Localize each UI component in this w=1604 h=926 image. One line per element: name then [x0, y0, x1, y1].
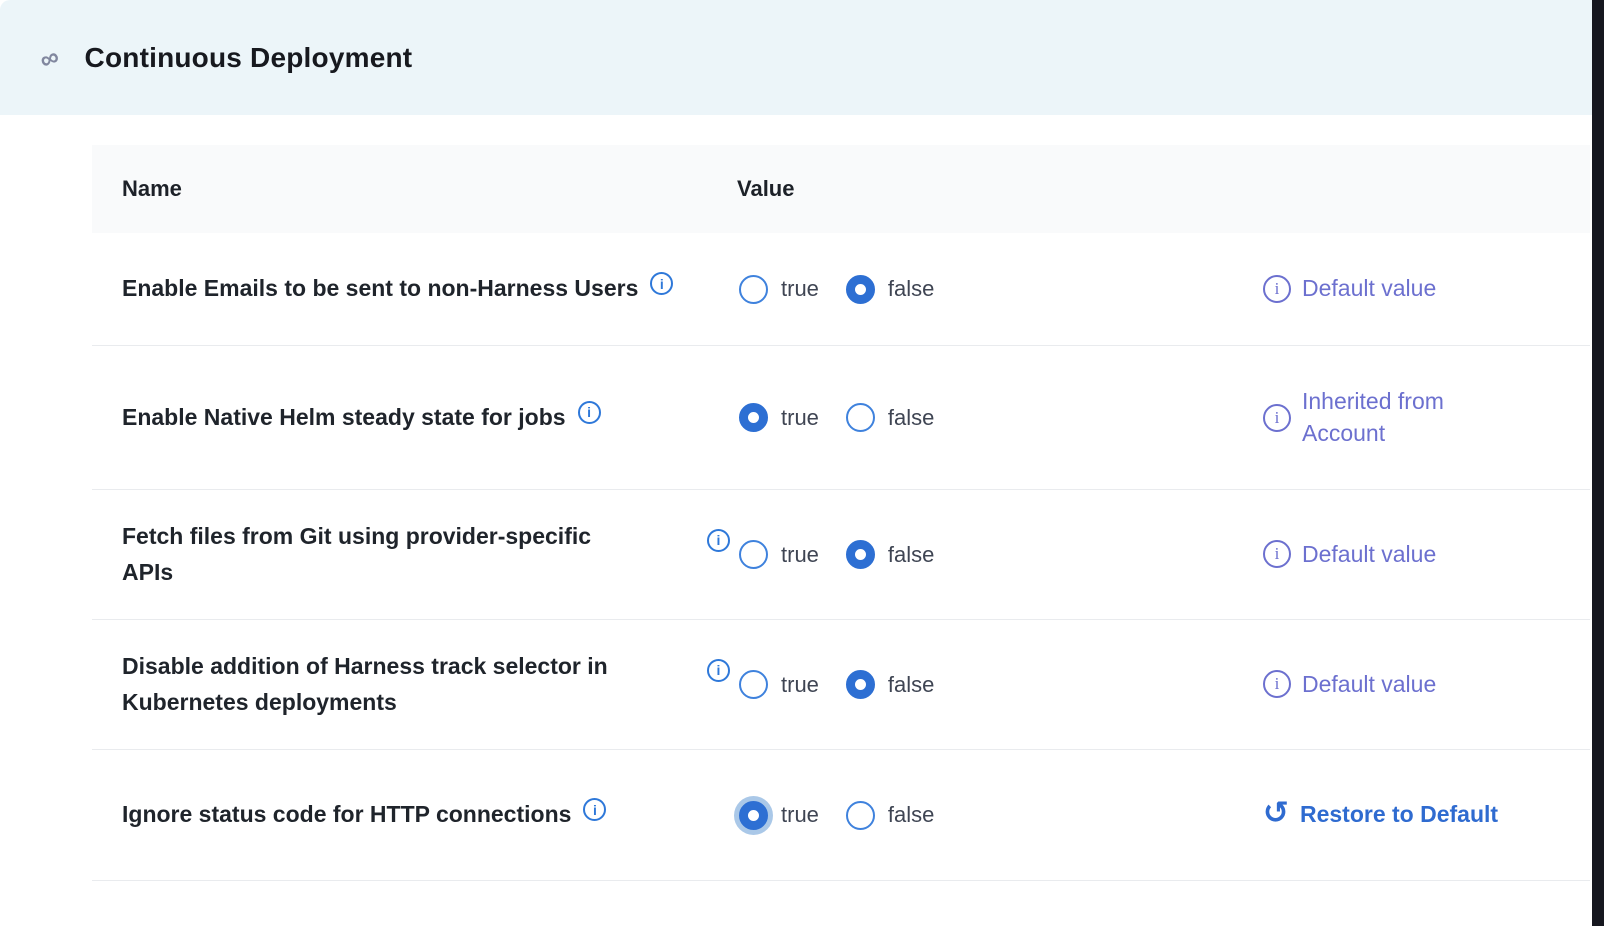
status-label: Default value: [1302, 669, 1436, 700]
page-title: Continuous Deployment: [85, 42, 413, 74]
radio-false-icon[interactable]: [846, 540, 875, 569]
radio-option-false[interactable]: false: [846, 670, 934, 699]
setting-value-cell: i true false: [737, 275, 1257, 304]
setting-name: Enable Native Helm steady state for jobs: [122, 400, 566, 436]
setting-status-cell: i ↺ Default value: [1257, 273, 1590, 304]
restore-undo-icon[interactable]: ↺: [1263, 797, 1289, 828]
radio-false-label: false: [888, 276, 934, 302]
settings-table: Name Value Enable Emails to be sent to n…: [92, 145, 1590, 881]
radio-false-icon[interactable]: [846, 801, 875, 830]
status-label: Default value: [1302, 273, 1436, 304]
column-header-value: Value: [737, 176, 1257, 202]
radio-option-false[interactable]: false: [846, 403, 934, 432]
column-header-name: Name: [92, 176, 737, 202]
setting-name-cell: Disable addition of Harness track select…: [92, 649, 737, 720]
radio-false-icon[interactable]: [846, 403, 875, 432]
setting-name: Disable addition of Harness track select…: [122, 649, 608, 720]
table-body: Enable Emails to be sent to non-Harness …: [92, 233, 1590, 881]
info-icon[interactable]: i: [650, 272, 673, 295]
restore-to-default-link[interactable]: Restore to Default: [1300, 799, 1498, 830]
radio-false-label: false: [888, 672, 934, 698]
radio-true-label: true: [781, 802, 819, 828]
radio-false-label: false: [888, 542, 934, 568]
setting-value-cell: i true false: [737, 540, 1257, 569]
radio-true-icon[interactable]: [739, 403, 768, 432]
link-icon[interactable]: ∞: [36, 42, 63, 73]
radio-option-true[interactable]: true: [739, 670, 819, 699]
table-row: Ignore status code for HTTP connections …: [92, 750, 1590, 881]
setting-status-cell: i ↺ Default value: [1257, 669, 1590, 700]
setting-name-cell: Enable Native Helm steady state for jobs…: [92, 400, 737, 436]
radio-true-label: true: [781, 542, 819, 568]
setting-value-cell: i true false: [737, 403, 1257, 432]
info-icon[interactable]: i: [583, 798, 606, 821]
section-header: ∞ Continuous Deployment: [0, 0, 1604, 115]
status-info-icon[interactable]: i: [1263, 670, 1291, 698]
info-icon[interactable]: i: [707, 529, 730, 552]
setting-value-cell: i true false: [737, 801, 1257, 830]
radio-option-false[interactable]: false: [846, 540, 934, 569]
radio-option-false[interactable]: false: [846, 275, 934, 304]
radio-option-true[interactable]: true: [739, 540, 819, 569]
setting-status-cell: i ↺ Default value: [1257, 539, 1590, 570]
setting-name: Enable Emails to be sent to non-Harness …: [122, 271, 638, 307]
setting-name: Ignore status code for HTTP connections: [122, 797, 571, 833]
status-info-icon[interactable]: i: [1263, 404, 1291, 432]
info-icon[interactable]: i: [578, 401, 601, 424]
radio-option-false[interactable]: false: [846, 801, 934, 830]
radio-true-icon[interactable]: [739, 801, 768, 830]
status-label: Default value: [1302, 539, 1436, 570]
radio-true-icon[interactable]: [739, 275, 768, 304]
settings-page: ∞ Continuous Deployment Name Value Enabl…: [0, 0, 1604, 881]
table-row: Enable Native Helm steady state for jobs…: [92, 346, 1590, 490]
radio-true-icon[interactable]: [739, 540, 768, 569]
setting-name-cell: Enable Emails to be sent to non-Harness …: [92, 271, 737, 307]
setting-status-cell: i ↺ Restore to Default: [1257, 799, 1590, 830]
table-row: Fetch files from Git using provider-spec…: [92, 490, 1590, 620]
radio-option-true[interactable]: true: [739, 801, 819, 830]
radio-false-icon[interactable]: [846, 670, 875, 699]
table-header-row: Name Value: [92, 145, 1590, 233]
info-icon[interactable]: i: [707, 659, 730, 682]
setting-value-cell: i true false: [737, 670, 1257, 699]
setting-status-cell: i ↺ Inherited from Account: [1257, 386, 1590, 448]
radio-option-true[interactable]: true: [739, 275, 819, 304]
setting-name: Fetch files from Git using provider-spec…: [122, 519, 591, 590]
radio-false-icon[interactable]: [846, 275, 875, 304]
status-info-icon[interactable]: i: [1263, 275, 1291, 303]
radio-option-true[interactable]: true: [739, 403, 819, 432]
radio-true-label: true: [781, 276, 819, 302]
radio-true-label: true: [781, 672, 819, 698]
status-label: Inherited from Account: [1302, 386, 1507, 448]
window-edge: [1592, 0, 1604, 926]
radio-true-label: true: [781, 405, 819, 431]
table-row: Disable addition of Harness track select…: [92, 620, 1590, 750]
radio-false-label: false: [888, 405, 934, 431]
setting-name-cell: Ignore status code for HTTP connections …: [92, 797, 737, 833]
table-row: Enable Emails to be sent to non-Harness …: [92, 233, 1590, 346]
status-info-icon[interactable]: i: [1263, 540, 1291, 568]
radio-false-label: false: [888, 802, 934, 828]
setting-name-cell: Fetch files from Git using provider-spec…: [92, 519, 737, 590]
radio-true-icon[interactable]: [739, 670, 768, 699]
